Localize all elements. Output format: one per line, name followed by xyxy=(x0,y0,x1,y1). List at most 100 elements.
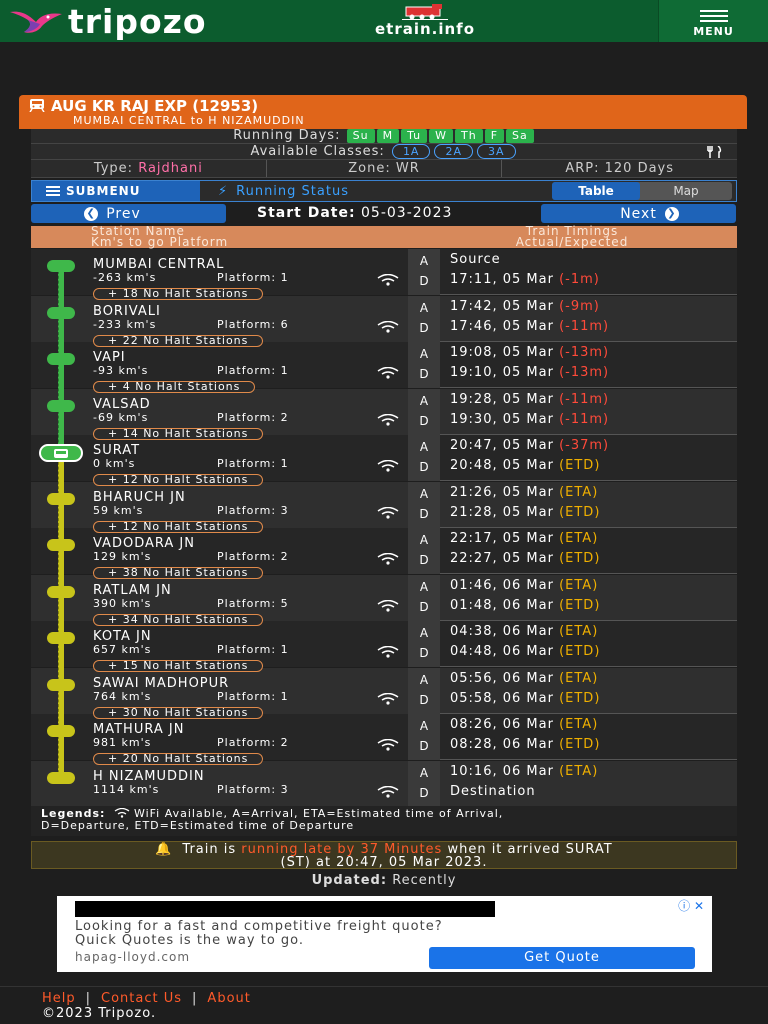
arrival-time: 08:26, 06 Mar (ETA) xyxy=(450,717,599,732)
station-row[interactable]: VAPI -93 km's Platform: 1 + 4 No Halt Stati… xyxy=(31,342,737,393)
station-distance: 129 km's xyxy=(93,550,152,563)
departure-label: D xyxy=(419,367,429,381)
departure-time: 20:48, 05 Mar (ETD) xyxy=(450,458,601,473)
station-row[interactable]: SAWAI MADHOPUR 764 km's Platform: 1 + 30 No… xyxy=(31,667,737,719)
updated-text: Updated: Recently xyxy=(311,873,457,888)
wifi-icon xyxy=(377,736,399,755)
track-segment xyxy=(58,359,64,406)
station-distance: 981 km's xyxy=(93,736,152,749)
station-dot xyxy=(47,725,75,737)
running-day-pill: Th xyxy=(455,129,483,143)
station-distance: 764 km's xyxy=(93,689,152,703)
departure-time: 17:46, 05 Mar (-11m) xyxy=(450,318,610,334)
class-button[interactable]: 2A xyxy=(434,144,473,159)
legend: Legends: WiFi Available, A=Arrival, ETA=… xyxy=(31,806,737,836)
advertisement[interactable]: ⓘ ✕ Looking for a fast and competitive f… xyxy=(57,896,712,972)
departure-label: D xyxy=(419,739,429,753)
prev-button[interactable]: ❮ Prev xyxy=(31,204,226,223)
no-halt-stations-button[interactable]: + 38 No Halt Stations xyxy=(93,567,264,579)
no-halt-stations-button[interactable]: + 20 No Halt Stations xyxy=(93,753,264,765)
departure-time: 19:30, 05 Mar (-11m) xyxy=(450,411,610,427)
menu-button[interactable]: MENU xyxy=(658,0,768,42)
track-segment xyxy=(58,638,64,685)
arrival-time: 05:56, 06 Mar (ETA) xyxy=(450,670,599,686)
table-view-button[interactable]: Table xyxy=(552,182,640,200)
no-halt-stations-button[interactable]: + 12 No Halt Stations xyxy=(93,474,264,486)
station-dot xyxy=(47,678,75,691)
about-link[interactable]: About xyxy=(207,991,250,1006)
arrival-time: 19:08, 05 Mar (-13m) xyxy=(450,345,610,360)
no-halt-stations-button[interactable]: + 30 No Halt Stations xyxy=(93,706,264,719)
station-row[interactable]: MATHURA JN 981 km's Platform: 2 + 20 No Hal… xyxy=(31,714,737,765)
station-name: VALSAD xyxy=(93,396,151,412)
arrival-time: 10:16, 06 Mar (ETA) xyxy=(450,763,599,779)
station-platform: Platform: 1 xyxy=(217,271,289,284)
station-row[interactable]: KOTA JN 657 km's Platform: 1 + 15 No Halt S… xyxy=(31,621,737,672)
next-button[interactable]: Next ❯ xyxy=(541,204,736,223)
class-button[interactable]: 1A xyxy=(391,144,431,159)
no-halt-stations-button[interactable]: + 15 No Halt Stations xyxy=(93,660,264,672)
station-platform: Platform: 2 xyxy=(217,410,289,424)
no-halt-stations-button[interactable]: + 4 No Halt Stations xyxy=(93,381,256,393)
station-dot xyxy=(47,399,75,412)
station-distance: 59 km's xyxy=(93,503,144,517)
contact-link[interactable]: Contact Us xyxy=(101,991,182,1006)
station-name: VADODARA JN xyxy=(93,536,195,551)
train-arp: ARP: 120 Days xyxy=(565,161,675,176)
departure-label: D xyxy=(419,413,429,428)
running-day-pill: Sa xyxy=(506,129,534,143)
station-dot xyxy=(47,539,75,551)
no-halt-stations-button[interactable]: + 12 No Halt Stations xyxy=(93,520,264,533)
get-quote-button[interactable]: Get Quote xyxy=(429,947,695,969)
arrival-time: 19:28, 05 Mar (-11m) xyxy=(450,391,610,407)
station-row[interactable]: BHARUCH JN 59 km's Platform: 3 + 12 No Halt… xyxy=(31,481,737,533)
station-row[interactable]: RATLAM JN 390 km's Platform: 5 + 34 No Halt… xyxy=(31,574,737,626)
station-distance: -233 km's xyxy=(93,317,157,331)
station-row[interactable]: VALSAD -69 km's Platform: 2 + 14 No Halt St… xyxy=(31,388,737,440)
tripozo-logo[interactable]: tripozo xyxy=(8,2,207,41)
no-halt-stations-button[interactable]: + 34 No Halt Stations xyxy=(93,613,264,626)
running-status-link[interactable]: ⚡ Running Status xyxy=(218,184,349,199)
ad-info-close-icon[interactable]: ⓘ ✕ xyxy=(678,897,704,914)
no-halt-stations-button[interactable]: + 18 No Halt Stations xyxy=(93,288,264,300)
station-distance: 1114 km's xyxy=(93,782,160,796)
help-link[interactable]: Help xyxy=(42,991,76,1006)
station-name: BORIVALI xyxy=(93,303,161,319)
station-name: SAWAI MADHOPUR xyxy=(93,675,230,691)
station-row[interactable]: VADODARA JN 129 km's Platform: 2 + 38 No Ha… xyxy=(31,528,737,579)
running-days-row: Running Days: Su M Tu W Th F Sa xyxy=(31,129,737,144)
running-days-list: Su M Tu W Th F Sa xyxy=(346,128,535,143)
arrival-label: A xyxy=(419,254,429,268)
arrival-label: A xyxy=(419,626,429,640)
footer: Help | Contact Us | About ©2023 Tripozo. xyxy=(0,986,768,1024)
station-row[interactable]: SURAT 0 km's Platform: 1 + 12 No Halt Stati… xyxy=(31,435,737,486)
station-name: KOTA JN xyxy=(93,629,152,644)
station-row[interactable]: H NIZAMUDDIN 1114 km's Platform: 3 A D 10:16,… xyxy=(31,760,737,807)
no-halt-stations-button[interactable]: + 14 No Halt Stations xyxy=(93,427,264,440)
arrival-label: A xyxy=(419,533,429,547)
etrain-text: etrain.info xyxy=(374,20,476,38)
class-button[interactable]: 3A xyxy=(477,144,516,159)
running-day-pill: Tu xyxy=(401,129,428,143)
arrow-left-icon: ❮ xyxy=(84,206,99,221)
departure-time: 04:48, 06 Mar (ETD) xyxy=(450,644,601,659)
train-engine-icon xyxy=(402,4,448,20)
etrain-link[interactable]: etrain.info xyxy=(330,2,520,40)
departure-time: 21:28, 05 Mar (ETD) xyxy=(450,504,601,520)
station-platform: Platform: 1 xyxy=(217,457,289,470)
arrival-label: A xyxy=(419,393,429,408)
station-name: MATHURA JN xyxy=(93,722,185,737)
top-bar: tripozo etrain.info MENU xyxy=(0,0,768,42)
departure-time: 19:10, 05 Mar (-13m) xyxy=(450,365,610,380)
arrival-time: 17:42, 05 Mar (-9m) xyxy=(450,298,600,314)
arrival-time: 04:38, 06 Mar (ETA) xyxy=(450,624,599,639)
class-list: 1A 2A 3A xyxy=(390,144,518,159)
station-distance: 390 km's xyxy=(93,596,152,610)
departure-label: D xyxy=(419,599,429,614)
station-row[interactable]: BORIVALI -233 km's Platform: 6 + 22 No Halt… xyxy=(31,295,737,347)
submenu-button[interactable]: SUBMENU xyxy=(32,181,200,201)
map-view-button[interactable]: Map xyxy=(640,182,732,200)
no-halt-stations-button[interactable]: + 22 No Halt Stations xyxy=(93,334,264,347)
station-row[interactable]: MUMBAI CENTRAL -263 km's Platform: 1 + 18 N… xyxy=(31,249,737,300)
arrival-label: A xyxy=(419,300,429,315)
